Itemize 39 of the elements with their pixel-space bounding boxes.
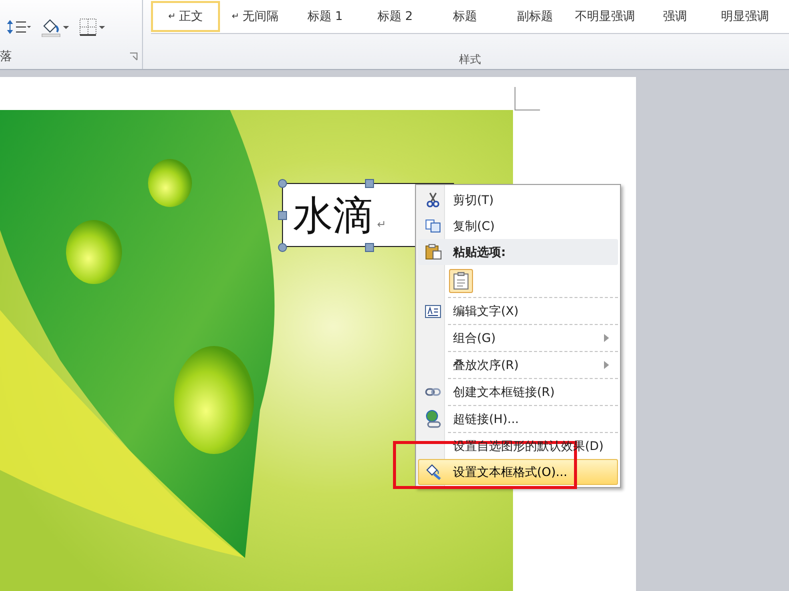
clipboard-icon — [424, 244, 442, 260]
fill-bucket-icon[interactable] — [40, 17, 70, 37]
style-option[interactable]: 标题 2 — [360, 1, 430, 32]
borders-icon[interactable] — [78, 17, 106, 37]
group-label: 落 — [0, 48, 12, 65]
menu-item[interactable]: 创建文本框链接(R) — [418, 379, 618, 405]
text-box-icon — [425, 304, 441, 318]
menu-item[interactable]: 叠放次序(R) — [418, 352, 618, 378]
format-brush-icon — [424, 464, 442, 480]
style-option[interactable]: 标题 — [430, 1, 500, 32]
menu-item[interactable]: 组合(G) — [418, 325, 618, 351]
style-option[interactable]: 强调 — [640, 1, 710, 32]
style-option[interactable]: 明显强调 — [710, 1, 780, 32]
style-option[interactable]: 标题 1 — [290, 1, 360, 32]
style-option[interactable]: 不明显强调 — [570, 1, 640, 32]
globe-link-icon — [425, 410, 441, 428]
submenu-arrow-icon — [604, 361, 609, 369]
scissors-icon — [426, 192, 440, 208]
resize-handle[interactable] — [365, 243, 374, 252]
resize-handle[interactable] — [365, 179, 374, 188]
dialog-launcher-icon[interactable] — [129, 52, 138, 61]
group-label: 样式 — [458, 52, 482, 67]
text-box-text: 水滴 — [293, 192, 373, 240]
copy-icon — [425, 219, 441, 233]
style-option[interactable]: ↵ 正文 — [151, 1, 220, 32]
paragraph-mark: ↵ — [377, 218, 386, 230]
menu-item[interactable]: 设置文本框格式(O)... — [418, 459, 618, 485]
chain-link-icon — [425, 387, 441, 397]
style-option[interactable]: ↵ 无间隔 — [220, 1, 290, 32]
paste-option-button[interactable] — [449, 269, 473, 293]
style-option[interactable]: 副标题 — [500, 1, 570, 32]
resize-handle[interactable] — [278, 211, 287, 220]
menu-item[interactable]: 超链接(H)... — [418, 406, 618, 432]
menu-section-header: 粘贴选项: — [453, 244, 506, 260]
submenu-arrow-icon — [604, 334, 609, 342]
line-spacing-icon[interactable] — [6, 18, 32, 36]
margin-corner-mark — [514, 87, 540, 111]
clipboard-icon — [453, 272, 469, 290]
menu-item[interactable]: 编辑文字(X) — [418, 298, 618, 324]
